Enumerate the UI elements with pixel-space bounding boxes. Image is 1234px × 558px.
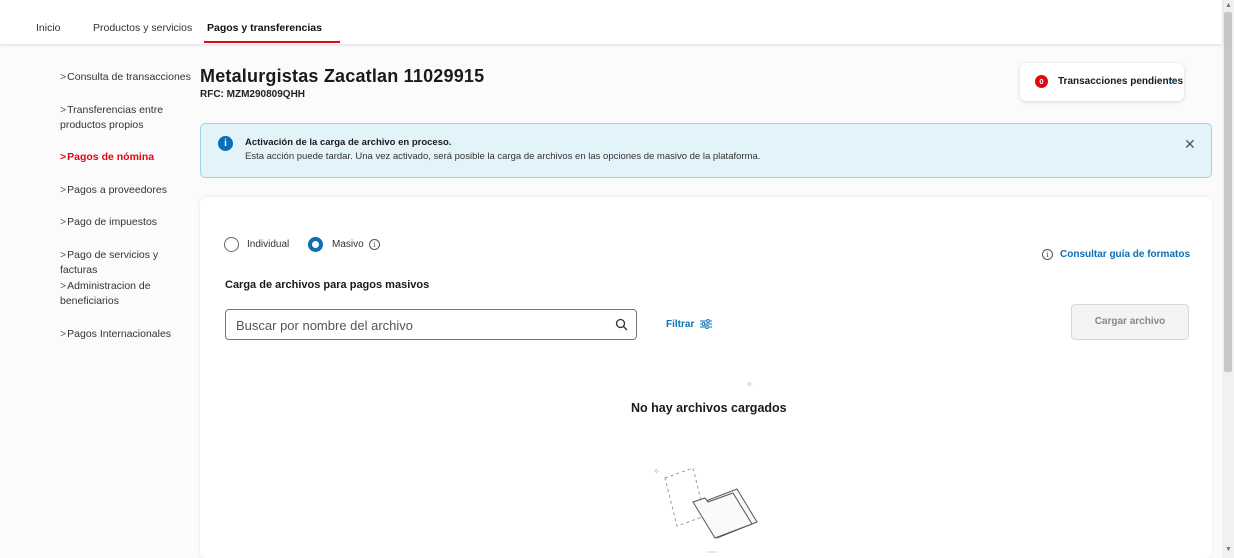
sidebar-item-transferencias-entre-productos-propios[interactable]: >Transferencias entre productos propios [60, 103, 195, 133]
chevron-right-icon: > [60, 184, 67, 196]
chevron-right-icon: > [60, 328, 67, 340]
sidebar-item-label: Pagos Internacionales [67, 328, 172, 340]
radio-individual-label[interactable]: Individual [247, 239, 289, 250]
sidebar-item-administracion-de-beneficiarios[interactable]: >Administracion de beneficiarios [60, 279, 195, 309]
sparkle-decoration: ✧ [746, 380, 753, 389]
empty-state-message: No hay archivos cargados [631, 401, 787, 415]
scroll-up-arrow-icon[interactable]: ▲ [1225, 2, 1232, 9]
sidebar-item-label: Pagos de nómina [67, 151, 155, 163]
chevron-right-icon: > [60, 104, 67, 116]
sidebar-item-label: Consulta de transacciones [67, 71, 191, 83]
search-icon[interactable] [615, 318, 628, 331]
search-input[interactable] [236, 316, 606, 334]
tab-inicio[interactable]: Inicio [36, 22, 61, 34]
sidebar-item-label: Transferencias entre productos propios [60, 104, 164, 131]
tab-pagos-y-transferencias[interactable]: Pagos y transferencias [207, 22, 322, 34]
scrollbar-thumb[interactable] [1224, 12, 1232, 372]
chevron-right-icon: › [1170, 73, 1175, 88]
info-alert: i Activación de la carga de archivo en p… [200, 123, 1212, 178]
sidebar-item-label: Pago de servicios y facturas [60, 249, 159, 276]
pending-transactions-button[interactable]: 0 Transacciones pendientes › [1020, 63, 1184, 101]
radio-masivo-label[interactable]: Masivo [332, 239, 364, 250]
chevron-right-icon: > [60, 71, 67, 83]
sidebar-item-label: Pago de impuestos [67, 216, 158, 228]
chevron-right-icon: > [60, 280, 67, 292]
sidebar-item-pagos-a-proveedores[interactable]: >Pagos a proveedores [60, 183, 195, 198]
info-icon: i [218, 136, 233, 151]
sidebar-item-pago-de-impuestos[interactable]: >Pago de impuestos [60, 215, 195, 230]
sidebar-item-pago-de-servicios-y-facturas[interactable]: >Pago de servicios y facturas [60, 248, 195, 278]
scroll-down-arrow-icon[interactable]: ▼ [1225, 546, 1232, 553]
sidebar-item-pagos-de-nomina[interactable]: >Pagos de nómina [60, 150, 195, 165]
alert-text: Esta acción puede tardar. Una vez activa… [245, 151, 761, 162]
info-icon: i [1042, 249, 1053, 260]
top-navigation: Inicio Productos y servicios Pagos y tra… [0, 0, 1222, 44]
section-title: Carga de archivos para pagos masivos [225, 279, 430, 291]
tab-productos-y-servicios[interactable]: Productos y servicios [93, 22, 192, 34]
filter-sliders-icon[interactable] [700, 319, 712, 329]
rfc-label: RFC: MZM290809QHH [200, 89, 306, 100]
scrollbar[interactable]: ▲ ▼ [1222, 0, 1234, 558]
chevron-right-icon: > [60, 216, 67, 228]
chevron-right-icon: > [60, 151, 67, 163]
chevron-right-icon: > [60, 249, 67, 261]
pending-count-badge: 0 [1035, 75, 1048, 88]
active-tab-underline [204, 41, 340, 43]
sidebar-item-label: Pagos a proveedores [67, 184, 167, 196]
upload-file-button[interactable]: Cargar archivo [1071, 304, 1189, 340]
filter-button[interactable]: Filtrar [666, 319, 694, 330]
empty-folder-illustration: ✧ [653, 467, 758, 553]
radio-individual[interactable] [224, 237, 239, 252]
alert-title: Activación de la carga de archivo en pro… [245, 137, 452, 148]
radio-masivo[interactable] [308, 237, 323, 252]
info-icon[interactable]: i [369, 239, 380, 250]
pending-transactions-label: Transacciones pendientes [1058, 76, 1184, 87]
page-title: Metalurgistas Zacatlan 11029915 [200, 66, 485, 86]
search-field[interactable] [225, 309, 637, 340]
sidebar-item-pagos-internacionales[interactable]: >Pagos Internacionales [60, 327, 195, 342]
close-icon[interactable]: ✕ [1184, 136, 1196, 153]
format-guide-link[interactable]: Consultar guía de formatos [1060, 249, 1190, 260]
svg-text:✧: ✧ [653, 467, 660, 476]
sidebar-item-label: Administracion de beneficiarios [60, 280, 151, 307]
sidebar-item-consulta-de-transacciones[interactable]: >Consulta de transacciones [60, 70, 195, 85]
